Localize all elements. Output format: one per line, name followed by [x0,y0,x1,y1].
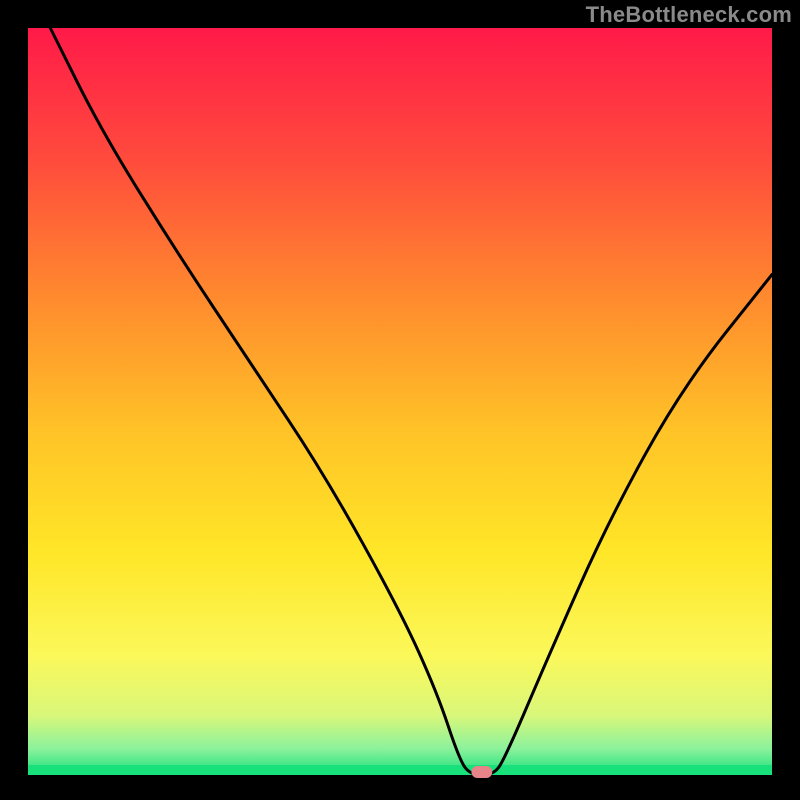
chart-frame: TheBottleneck.com [0,0,800,800]
watermark-text: TheBottleneck.com [586,2,792,28]
minimum-marker [471,766,492,778]
gradient-background [28,28,772,775]
bottom-band [28,765,772,775]
bottleneck-chart [0,0,800,800]
